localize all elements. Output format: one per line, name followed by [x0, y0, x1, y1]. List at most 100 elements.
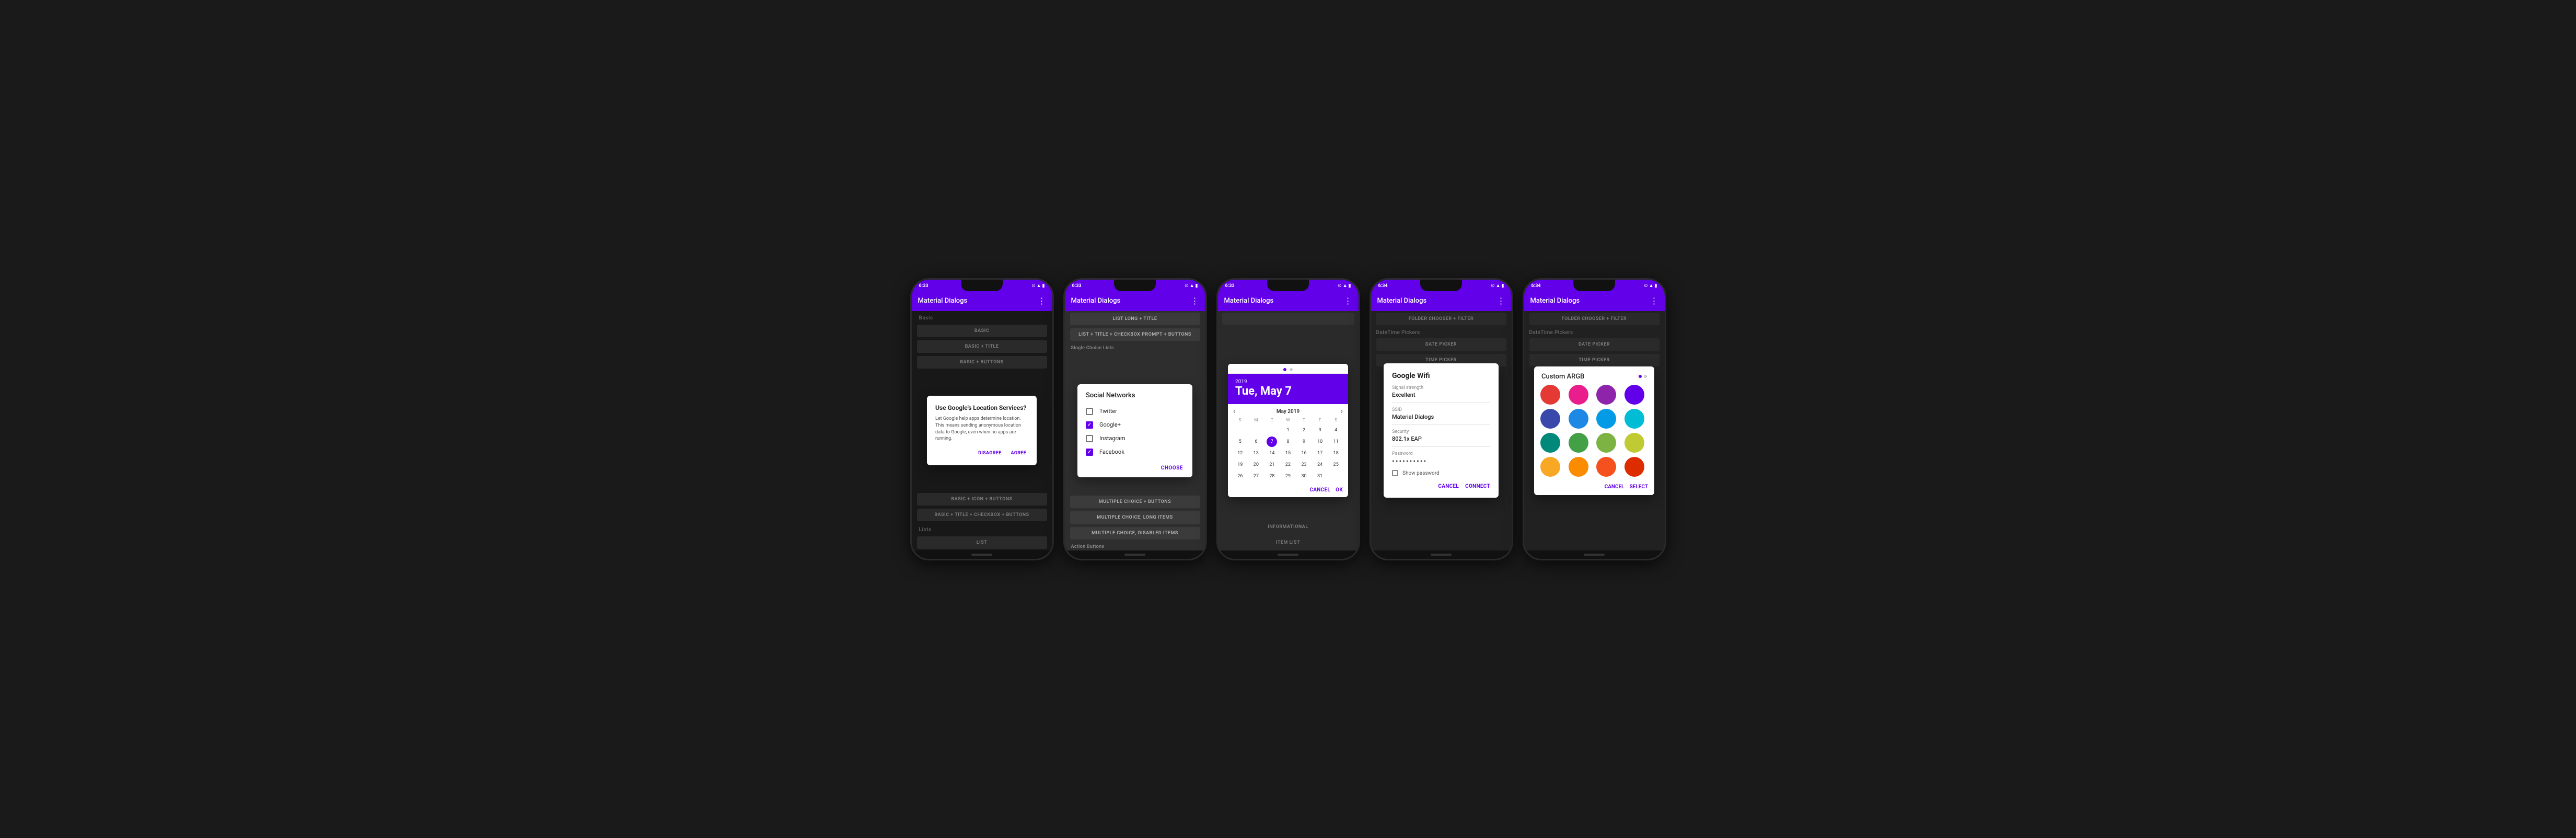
more-icon-3[interactable]: ⋮ [1344, 296, 1352, 306]
battery-icon-3: ▮ [1349, 283, 1351, 289]
twitter-checkbox[interactable] [1086, 408, 1093, 415]
facebook-checkbox[interactable] [1086, 449, 1093, 456]
dialog-overlay-1: Use Google's Location Services? Let Goog… [912, 311, 1052, 550]
color-swatch-11[interactable] [1624, 433, 1644, 453]
time-2: 6:33 [1072, 283, 1082, 289]
color-swatch-10[interactable] [1596, 433, 1616, 453]
color-swatch-9[interactable] [1569, 433, 1588, 453]
cal-day-20[interactable]: 20 [1251, 460, 1261, 470]
color-swatch-1[interactable] [1569, 385, 1588, 405]
color-argb-dialog: Custom ARGB CANCEL SELECT [1534, 366, 1654, 495]
app-bar-2: Material Dialogs ⋮ [1065, 291, 1205, 311]
social-networks-title: Social Networks [1077, 384, 1192, 405]
cal-prev-btn[interactable]: ‹ [1233, 407, 1235, 416]
cal-day-26[interactable]: 26 [1235, 471, 1245, 481]
cal-day-3[interactable]: 3 [1315, 425, 1325, 435]
cal-day-5[interactable]: 5 [1235, 437, 1245, 447]
dialog-title-1: Use Google's Location Services? [935, 404, 1028, 411]
cal-day-12[interactable]: 12 [1235, 448, 1245, 458]
more-icon-2[interactable]: ⋮ [1191, 296, 1199, 306]
wifi-cancel-btn[interactable]: CANCEL [1438, 484, 1459, 489]
show-pw-checkbox[interactable] [1392, 470, 1398, 476]
color-swatch-2[interactable] [1596, 385, 1616, 405]
cal-day-23[interactable]: 23 [1299, 460, 1309, 470]
cal-day-27[interactable]: 27 [1251, 471, 1261, 481]
cal-day-10[interactable]: 10 [1315, 437, 1325, 447]
wifi-connect-btn[interactable]: CONNECT [1465, 484, 1490, 489]
color-swatch-14[interactable] [1596, 457, 1616, 477]
wifi-dialog: Google Wifi Signal strength Excellent SS… [1384, 363, 1499, 498]
color-swatch-3[interactable] [1624, 385, 1644, 405]
cal-day-31[interactable]: 31 [1315, 471, 1325, 481]
cal-day-11[interactable]: 11 [1331, 437, 1341, 447]
color-swatch-7[interactable] [1624, 409, 1644, 429]
cal-day-22[interactable]: 22 [1283, 460, 1293, 470]
more-icon-1[interactable]: ⋮ [1038, 296, 1046, 306]
color-select-btn[interactable]: SELECT [1630, 484, 1648, 490]
googleplus-item[interactable]: Google+ [1077, 418, 1192, 432]
status-bar-4: 6:34 ⊙ ▲ ▮ [1371, 280, 1512, 291]
cal-day-17[interactable]: 17 [1315, 448, 1325, 458]
cal-day-24[interactable]: 24 [1315, 460, 1325, 470]
cal-day-21[interactable]: 21 [1267, 460, 1277, 470]
cal-cancel-btn[interactable]: CANCEL [1309, 487, 1330, 493]
dialog-footer-2: CHOOSE [1077, 459, 1192, 477]
instagram-item[interactable]: Instagram [1077, 432, 1192, 445]
wday-s2: S [1328, 417, 1344, 423]
cal-day-25[interactable]: 25 [1331, 460, 1341, 470]
color-swatch-13[interactable] [1569, 457, 1588, 477]
cal-day-16[interactable]: 16 [1299, 448, 1309, 458]
wday-f: F [1312, 417, 1328, 423]
more-icon-5[interactable]: ⋮ [1650, 296, 1658, 306]
instagram-label: Instagram [1099, 435, 1125, 442]
cal-day-1[interactable]: 1 [1283, 425, 1293, 435]
cal-day-29[interactable]: 29 [1283, 471, 1293, 481]
dialog-actions-1: DISAGREE AGREE [935, 450, 1028, 457]
cal-day-14[interactable]: 14 [1267, 448, 1277, 458]
wifi-icon-5: ▲ [1649, 283, 1654, 289]
cal-day-2[interactable]: 2 [1299, 425, 1309, 435]
cal-day-8[interactable]: 8 [1283, 437, 1293, 447]
color-swatch-15[interactable] [1624, 457, 1644, 477]
disagree-btn[interactable]: DISAGREE [976, 450, 1003, 457]
choose-btn[interactable]: CHOOSE [1158, 463, 1186, 473]
twitter-item[interactable]: Twitter [1077, 405, 1192, 418]
twitter-label: Twitter [1099, 408, 1117, 415]
app-bar-title-1: Material Dialogs [918, 297, 968, 305]
time-3: 6:33 [1225, 283, 1235, 289]
wifi-security-label: Security [1392, 429, 1490, 434]
cal-day-7[interactable]: 7 [1267, 437, 1277, 447]
color-swatch-6[interactable] [1596, 409, 1616, 429]
cal-day-18[interactable]: 18 [1331, 448, 1341, 458]
color-swatch-4[interactable] [1540, 409, 1560, 429]
color-swatch-8[interactable] [1540, 433, 1560, 453]
facebook-item[interactable]: Facebook [1077, 445, 1192, 459]
cal-ok-btn[interactable]: OK [1336, 487, 1343, 493]
color-swatch-5[interactable] [1569, 409, 1588, 429]
status-bar-3: 6:33 ⊙ ▲ ▮ [1218, 280, 1359, 291]
dialog-body-1: Let Google help apps determine location.… [935, 416, 1028, 442]
color-swatch-0[interactable] [1540, 385, 1560, 405]
app-bar-5: Material Dialogs ⋮ [1524, 291, 1665, 311]
more-icon-4[interactable]: ⋮ [1497, 296, 1505, 306]
cal-day-15[interactable]: 15 [1283, 448, 1293, 458]
agree-btn[interactable]: AGREE [1009, 450, 1029, 457]
cal-day-13[interactable]: 13 [1251, 448, 1261, 458]
cal-day-4[interactable]: 4 [1331, 425, 1341, 435]
instagram-checkbox[interactable] [1086, 435, 1093, 442]
wifi-show-pw[interactable]: Show password [1392, 470, 1490, 476]
time-1: 6:33 [919, 283, 929, 289]
cal-day-19[interactable]: 19 [1235, 460, 1245, 470]
cal-weekdays: S M T W T F S [1232, 417, 1344, 423]
cal-day-28[interactable]: 28 [1267, 471, 1277, 481]
color-cancel-btn[interactable]: CANCEL [1605, 484, 1624, 490]
googleplus-checkbox[interactable] [1086, 421, 1093, 429]
cal-day-30[interactable]: 30 [1299, 471, 1309, 481]
wday-w: W [1280, 417, 1296, 423]
cal-day-6[interactable]: 6 [1251, 437, 1261, 447]
cal-day-9[interactable]: 9 [1299, 437, 1309, 447]
cal-next-btn[interactable]: › [1341, 407, 1343, 416]
wifi-ssid-field: SSID Material Dialogs [1392, 407, 1490, 420]
phone-1: 6:33 ⊙ ▲ ▮ Material Dialogs ⋮ Basic BASI… [910, 278, 1054, 560]
color-swatch-12[interactable] [1540, 457, 1560, 477]
